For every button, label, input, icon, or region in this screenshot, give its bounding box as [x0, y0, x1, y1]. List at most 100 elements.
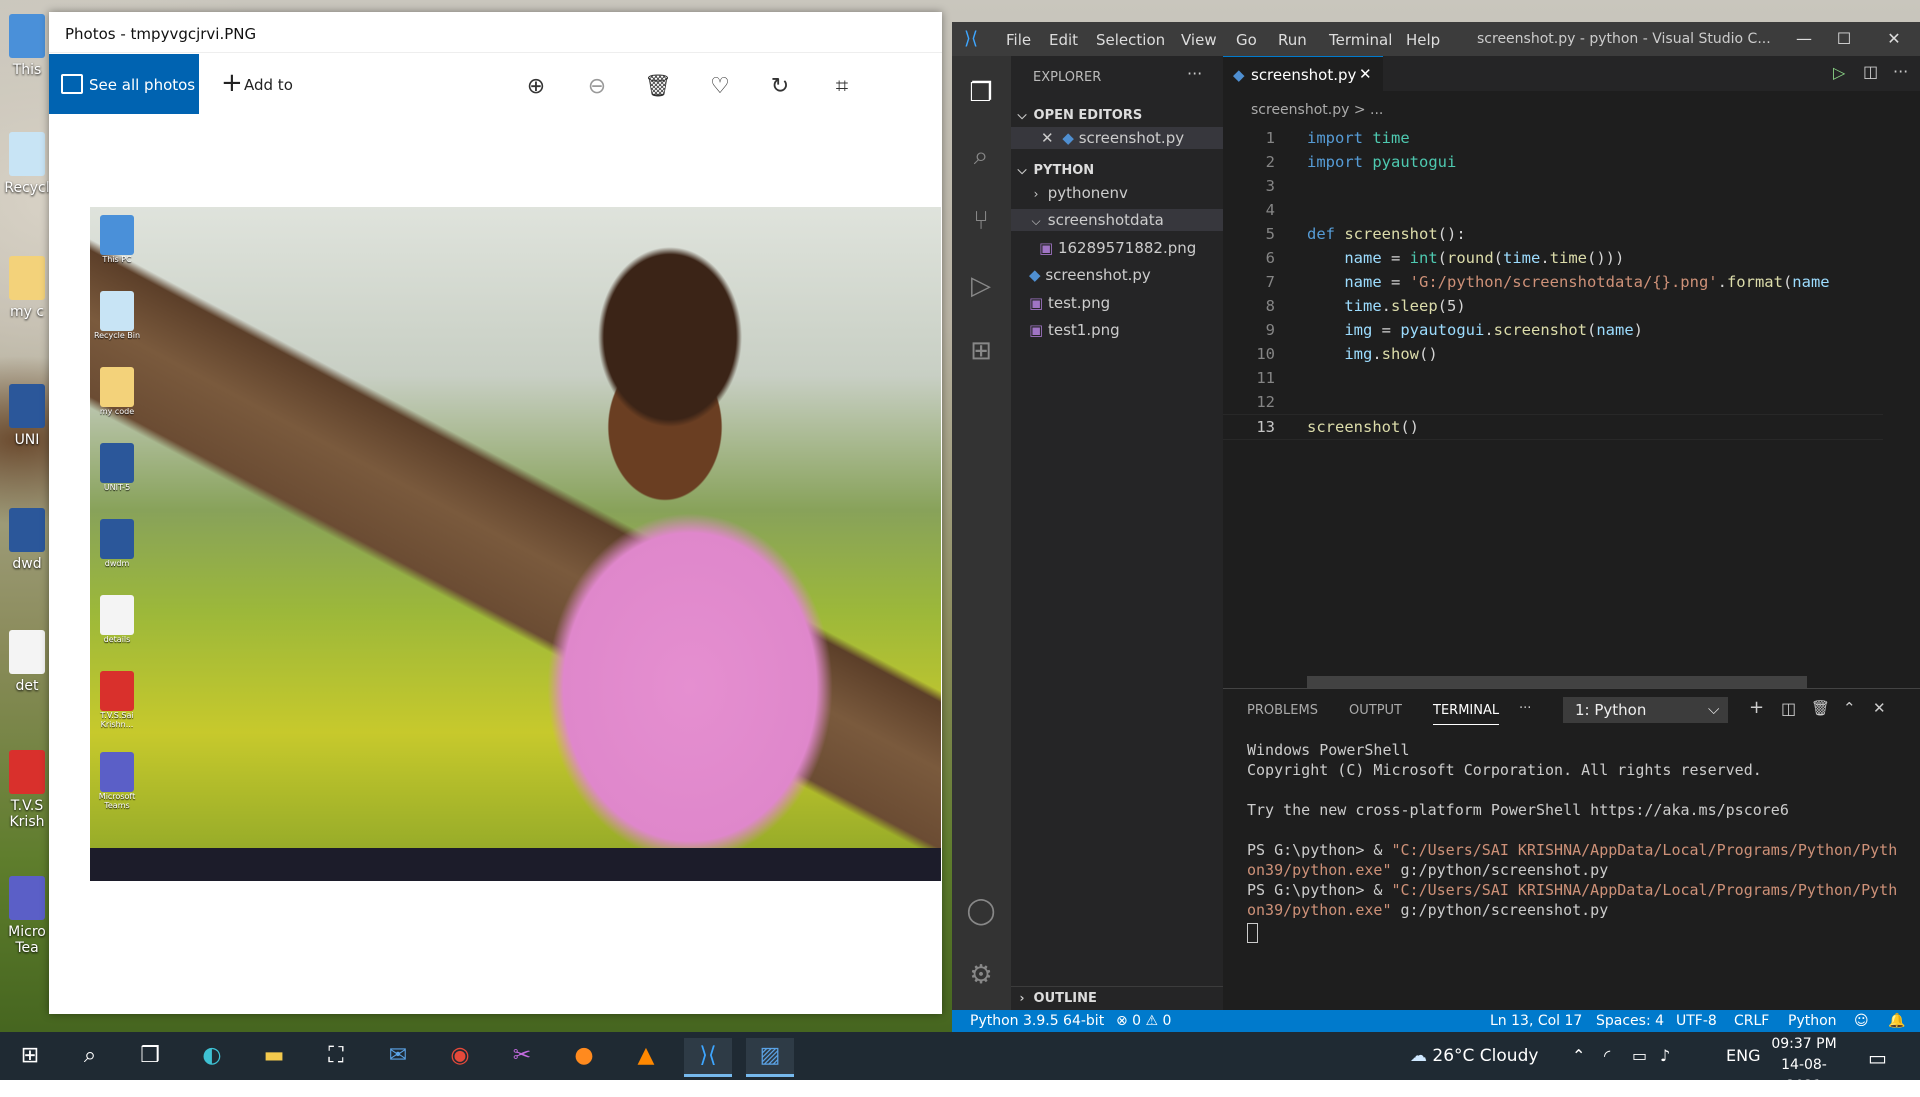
feedback-icon[interactable]: ☺ — [1854, 1013, 1869, 1029]
taskbar-edge[interactable]: ◐ — [188, 1038, 236, 1074]
volume-icon[interactable]: ♪ — [1660, 1046, 1670, 1065]
menu-terminal[interactable]: Terminal — [1329, 31, 1392, 49]
desktop-icon-dwdm[interactable]: dwd — [2, 508, 52, 572]
desktop-icon-recycle-bin[interactable]: Recycl — [2, 132, 52, 196]
menu-help[interactable]: Help — [1406, 31, 1440, 49]
code-editor[interactable]: ◆ screenshot.py ✕ ▷ ◫ ··· screenshot.py … — [1223, 56, 1920, 688]
status-cursor-position[interactable]: Ln 13, Col 17 — [1490, 1013, 1582, 1029]
taskbar-store[interactable]: ⛶ — [312, 1038, 360, 1074]
horizontal-scrollbar[interactable] — [1307, 676, 1807, 688]
terminal-select[interactable]: 1: Python ⌵ — [1563, 697, 1728, 723]
search-icon[interactable]: ⌕ — [966, 141, 996, 171]
menu-edit[interactable]: Edit — [1049, 31, 1078, 49]
weather-widget[interactable]: ☁ 26°C Cloudy — [1410, 1046, 1538, 1066]
status-eol[interactable]: CRLF — [1734, 1013, 1769, 1029]
tree-item-screenshotdata[interactable]: ⌵ screenshotdata — [1011, 209, 1223, 231]
more-actions-icon[interactable]: ··· — [1187, 64, 1202, 83]
notifications-icon[interactable]: ▭ — [1868, 1046, 1887, 1070]
tab-output[interactable]: OUTPUT — [1349, 703, 1402, 718]
edge-icon: ◐ — [202, 1043, 222, 1068]
zoom-out-button[interactable]: ⊖ — [582, 72, 612, 102]
account-icon[interactable]: ◯ — [966, 896, 996, 926]
favorite-button[interactable]: ♡ — [705, 72, 735, 102]
run-file-icon[interactable]: ▷ — [1833, 63, 1845, 82]
tree-item-screenshot-py[interactable]: ◆ screenshot.py — [1011, 264, 1223, 286]
task-view-button[interactable]: ❒ — [126, 1038, 174, 1074]
more-actions-icon[interactable]: ··· — [1893, 62, 1908, 81]
breadcrumb[interactable]: screenshot.py > ... — [1251, 102, 1383, 118]
close-button[interactable]: ✕ — [1874, 26, 1914, 52]
menu-file[interactable]: File — [1006, 31, 1031, 49]
settings-gear-icon[interactable]: ⚙ — [966, 960, 996, 990]
status-encoding[interactable]: UTF-8 — [1676, 1013, 1717, 1029]
close-tab-icon[interactable]: ✕ — [1359, 65, 1372, 83]
taskbar-photos[interactable]: ▨ — [746, 1038, 794, 1077]
start-button[interactable]: ⊞ — [6, 1038, 54, 1074]
crop-button[interactable]: ⌗ — [827, 72, 857, 102]
status-python-interpreter[interactable]: Python 3.9.5 64-bit — [970, 1013, 1104, 1029]
taskbar-chrome[interactable]: ◉ — [436, 1038, 484, 1074]
run-debug-icon[interactable]: ▷ — [966, 271, 996, 301]
tab-terminal[interactable]: TERMINAL — [1433, 703, 1500, 725]
python-folder-section[interactable]: ⌵ PYTHON — [1011, 159, 1223, 181]
open-editors-section[interactable]: ⌵ OPEN EDITORS — [1011, 104, 1223, 126]
desktop-icon-teams[interactable]: Micro Tea — [2, 876, 52, 956]
terminal-cursor[interactable] — [1247, 923, 1258, 943]
terminal-line: PS G:\python> & "C:/Users/SAI KRISHNA/Ap… — [1247, 881, 1898, 899]
tab-problems[interactable]: PROBLEMS — [1247, 703, 1318, 718]
code-line: 9 img = pyautogui.screenshot(name) — [1265, 321, 1644, 339]
snipping-tool-icon: ✂ — [512, 1043, 532, 1068]
extensions-icon[interactable]: ⊞ — [966, 336, 996, 366]
close-icon[interactable]: ✕ — [1041, 129, 1054, 147]
menu-selection[interactable]: Selection — [1096, 31, 1165, 49]
menu-view[interactable]: View — [1181, 31, 1217, 49]
menu-run[interactable]: Run — [1278, 31, 1307, 49]
taskbar-app[interactable]: ✂ — [498, 1038, 546, 1074]
new-terminal-icon[interactable]: + — [1749, 697, 1764, 718]
battery-icon[interactable]: ▭ — [1632, 1046, 1647, 1065]
desktop-icon-my-code[interactable]: my c — [2, 256, 52, 320]
taskbar-mail[interactable]: ✉ — [374, 1038, 422, 1074]
desktop-icon-pdf[interactable]: T.V.S Krish — [2, 750, 52, 830]
tab-screenshot-py[interactable]: ◆ screenshot.py ✕ — [1223, 56, 1383, 92]
tree-item-png[interactable]: ▣ 16289571882.png — [1011, 237, 1223, 259]
desktop-icon-details[interactable]: det — [2, 630, 52, 694]
more-actions-icon[interactable]: ··· — [1519, 701, 1531, 716]
desktop-icon-this-pc[interactable]: This — [2, 14, 52, 78]
desktop-icon-unit[interactable]: UNI — [2, 384, 52, 448]
taskbar-vscode[interactable]: ⟩⟨ — [684, 1038, 732, 1077]
close-panel-icon[interactable]: ✕ — [1873, 699, 1886, 717]
source-control-icon[interactable]: ⑂ — [966, 206, 996, 236]
notifications-bell-icon[interactable]: 🔔 — [1888, 1013, 1905, 1029]
taskbar-file-explorer[interactable]: ▬ — [250, 1038, 298, 1074]
taskbar-vlc[interactable]: ▲ — [622, 1038, 670, 1074]
outline-section[interactable]: › OUTLINE — [1011, 986, 1223, 1009]
maximize-button[interactable]: ☐ — [1824, 26, 1864, 52]
split-terminal-icon[interactable]: ◫ — [1781, 699, 1796, 718]
minimize-button[interactable]: — — [1784, 26, 1824, 52]
tree-item-test1-png[interactable]: ▣ test1.png — [1011, 319, 1223, 341]
taskbar-clock[interactable]: 09:37 PM 14-08-2021 — [1764, 1034, 1844, 1097]
add-to-button[interactable]: + Add to — [211, 54, 321, 114]
open-editor-item[interactable]: ✕ ◆ screenshot.py — [1011, 127, 1223, 149]
heart-icon: ♡ — [710, 74, 730, 99]
tree-item-test-png[interactable]: ▣ test.png — [1011, 292, 1223, 314]
menu-go[interactable]: Go — [1236, 31, 1257, 49]
zoom-in-button[interactable]: ⊕ — [521, 72, 551, 102]
taskbar-firefox[interactable]: ● — [560, 1038, 608, 1074]
language-indicator[interactable]: ENG — [1726, 1046, 1760, 1065]
rotate-button[interactable]: ↻ — [765, 72, 795, 102]
chevron-up-icon[interactable]: ⌃ — [1572, 1046, 1585, 1065]
status-problems[interactable]: ⊗ 0 ⚠ 0 — [1116, 1013, 1171, 1029]
split-editor-icon[interactable]: ◫ — [1863, 62, 1878, 81]
wifi-icon[interactable]: ◜ — [1604, 1046, 1610, 1065]
search-button[interactable]: ⌕ — [66, 1038, 114, 1074]
trash-icon[interactable]: 🗑 — [1811, 699, 1830, 717]
delete-button[interactable]: 🗑 — [643, 72, 673, 102]
status-language[interactable]: Python — [1788, 1013, 1837, 1029]
tree-item-pythonenv[interactable]: › pythonenv — [1011, 182, 1223, 204]
see-all-photos-button[interactable]: See all photos — [49, 54, 199, 114]
explorer-icon[interactable]: ❐ — [966, 78, 996, 108]
chevron-up-icon[interactable]: ⌃ — [1843, 699, 1856, 717]
status-indentation[interactable]: Spaces: 4 — [1596, 1013, 1664, 1029]
